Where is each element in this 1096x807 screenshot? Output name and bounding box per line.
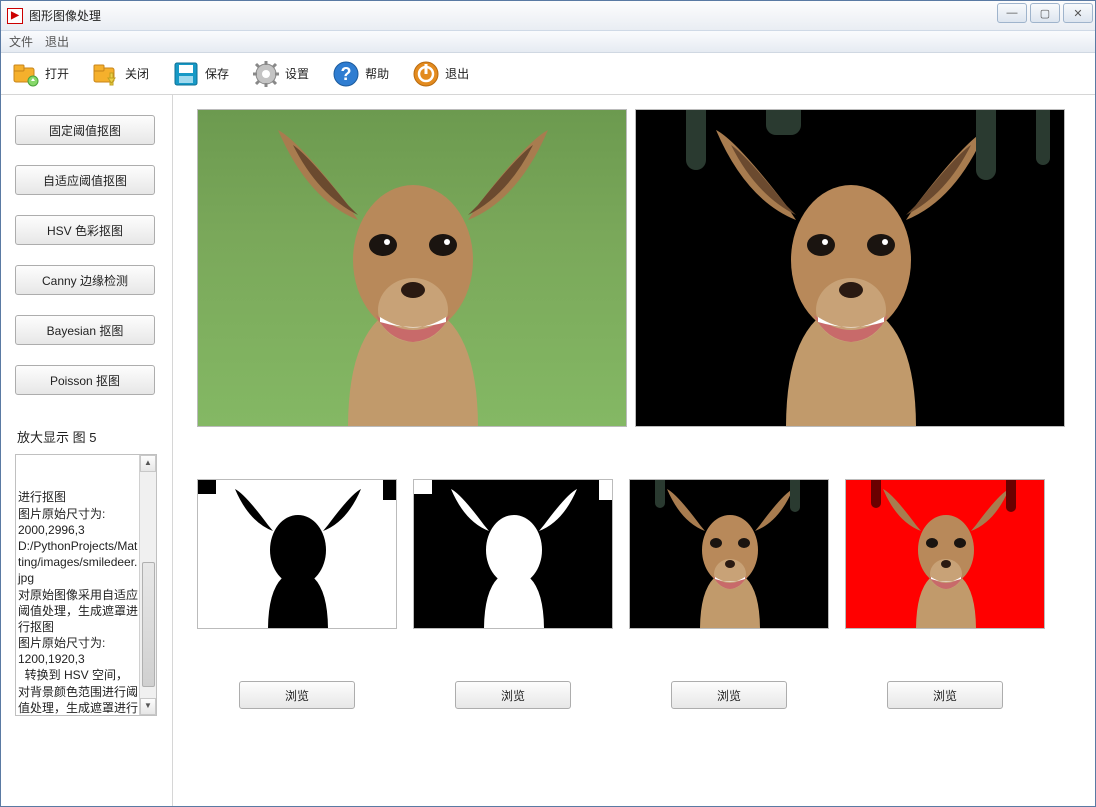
toolbar-help-label: 帮助 — [365, 65, 389, 82]
toolbar-close-label: 关闭 — [125, 65, 149, 82]
maximize-button[interactable]: ▢ — [1030, 3, 1060, 23]
log-textarea[interactable]: 进行抠图 图片原始尺寸为: 2000,2996,3 D:/PythonProje… — [15, 454, 157, 716]
toolbar-help-button[interactable]: ? 帮助 — [331, 59, 389, 89]
scroll-up-icon[interactable]: ▲ — [140, 455, 156, 472]
thumb-cell-1: 浏览 — [197, 479, 397, 709]
thumbnail-4 — [845, 479, 1045, 629]
power-icon — [411, 59, 441, 89]
sidebar-btn-canny-edge[interactable]: Canny 边缘检测 — [15, 265, 155, 295]
thumbnail-row: 浏览 浏览 — [197, 479, 1075, 709]
thumbnail-1 — [197, 479, 397, 629]
sidebar-btn-bayesian[interactable]: Bayesian 抠图 — [15, 315, 155, 345]
deer-original-svg — [198, 110, 627, 427]
close-window-button[interactable]: ✕ — [1063, 3, 1093, 23]
browse-button-2[interactable]: 浏览 — [455, 681, 571, 709]
large-image-row — [197, 109, 1075, 427]
scroll-thumb[interactable] — [142, 562, 155, 686]
toolbar-save-label: 保存 — [205, 65, 229, 82]
toolbar-open-button[interactable]: 打开 — [11, 59, 69, 89]
original-image — [197, 109, 627, 427]
scroll-down-icon[interactable]: ▼ — [140, 698, 156, 715]
thumb-cell-3: 浏览 — [629, 479, 829, 709]
toolbar-save-button[interactable]: 保存 — [171, 59, 229, 89]
artifact-drip — [766, 110, 801, 135]
toolbar-close-button[interactable]: 关闭 — [91, 59, 149, 89]
svg-text:?: ? — [341, 64, 352, 84]
thumbnail-2 — [413, 479, 613, 629]
browse-button-4[interactable]: 浏览 — [887, 681, 1003, 709]
artifact-drip — [686, 110, 706, 170]
main-content: 浏览 浏览 — [173, 95, 1095, 806]
toolbar-exit-label: 退出 — [445, 65, 469, 82]
minimize-button[interactable]: ― — [997, 3, 1027, 23]
sidebar-buttons: 固定阈值抠图 自适应阈值抠图 HSV 色彩抠图 Canny 边缘检测 Bayes… — [15, 115, 162, 395]
sidebar-btn-poisson[interactable]: Poisson 抠图 — [15, 365, 155, 395]
sidebar: 固定阈值抠图 自适应阈值抠图 HSV 色彩抠图 Canny 边缘检测 Bayes… — [1, 95, 173, 806]
zoom-display-label: 放大显示 图 5 — [15, 423, 162, 450]
body-area: 固定阈值抠图 自适应阈值抠图 HSV 色彩抠图 Canny 边缘检测 Bayes… — [1, 95, 1095, 806]
scroll-track[interactable] — [141, 472, 156, 698]
window-title: 图形图像处理 — [29, 7, 101, 24]
app-icon: ▶ — [7, 8, 23, 24]
toolbar-settings-label: 设置 — [285, 65, 309, 82]
scrollbar[interactable]: ▲ ▼ — [139, 455, 156, 715]
menu-file[interactable]: 文件 — [9, 33, 33, 50]
browse-button-1[interactable]: 浏览 — [239, 681, 355, 709]
gear-icon — [251, 59, 281, 89]
folder-close-icon — [91, 59, 121, 89]
menu-exit[interactable]: 退出 — [45, 33, 69, 50]
toolbar-open-label: 打开 — [45, 65, 69, 82]
thumb-cell-4: 浏览 — [845, 479, 1045, 709]
sidebar-btn-fixed-threshold[interactable]: 固定阈值抠图 — [15, 115, 155, 145]
toolbar-settings-button[interactable]: 设置 — [251, 59, 309, 89]
app-window: ▶ 图形图像处理 ― ▢ ✕ 文件 退出 打开 关闭 保 — [0, 0, 1096, 807]
menu-bar: 文件 退出 — [1, 31, 1095, 53]
sidebar-btn-hsv-color[interactable]: HSV 色彩抠图 — [15, 215, 155, 245]
folder-open-icon — [11, 59, 41, 89]
browse-button-3[interactable]: 浏览 — [671, 681, 787, 709]
sidebar-btn-adaptive-threshold[interactable]: 自适应阈值抠图 — [15, 165, 155, 195]
thumbnail-3 — [629, 479, 829, 629]
toolbar: 打开 关闭 保存 设置 ? 帮助 — [1, 53, 1095, 95]
artifact-drip — [1036, 110, 1050, 165]
artifact-drip — [976, 110, 996, 180]
window-controls: ― ▢ ✕ — [997, 3, 1093, 23]
thumb-cell-2: 浏览 — [413, 479, 613, 709]
save-icon — [171, 59, 201, 89]
help-icon: ? — [331, 59, 361, 89]
title-bar: ▶ 图形图像处理 ― ▢ ✕ — [1, 1, 1095, 31]
log-text: 进行抠图 图片原始尺寸为: 2000,2996,3 D:/PythonProje… — [18, 489, 156, 716]
toolbar-exit-button[interactable]: 退出 — [411, 59, 469, 89]
processed-image — [635, 109, 1065, 427]
